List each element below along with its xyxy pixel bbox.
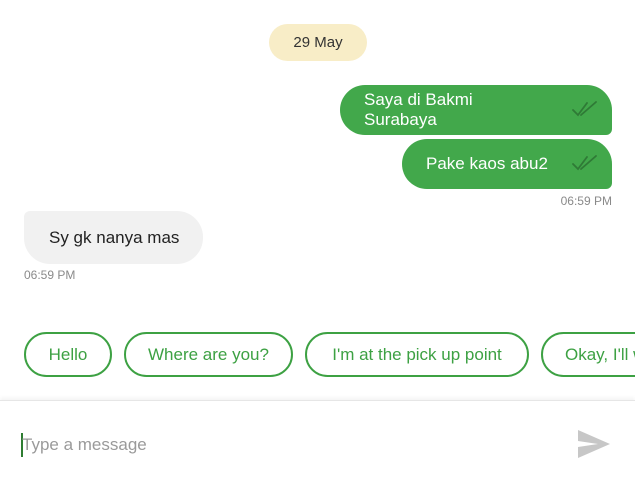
message-text: Sy gk nanya mas bbox=[49, 227, 180, 247]
quick-reply-chip[interactable]: Hello bbox=[24, 332, 112, 377]
chat-area: 29 May Saya di Bakmi Surabaya Pake kaos … bbox=[0, 0, 635, 400]
message-timestamp: 06:59 PM bbox=[24, 268, 76, 282]
outgoing-message[interactable]: Saya di Bakmi Surabaya bbox=[340, 85, 612, 135]
incoming-message[interactable]: Sy gk nanya mas bbox=[24, 211, 203, 264]
quick-reply-chip[interactable]: I'm at the pick up point bbox=[305, 332, 529, 377]
message-timestamp: 06:59 PM bbox=[560, 194, 612, 208]
double-check-icon bbox=[572, 101, 597, 117]
message-text: Pake kaos abu2 bbox=[426, 154, 548, 173]
message-text: Saya di Bakmi Surabaya bbox=[364, 90, 473, 129]
send-icon[interactable] bbox=[576, 428, 612, 460]
quick-reply-chip[interactable]: Where are you? bbox=[124, 332, 293, 377]
double-check-icon bbox=[572, 155, 597, 171]
quick-reply-chip[interactable]: Okay, I'll w bbox=[541, 332, 635, 377]
message-composer bbox=[0, 400, 635, 488]
message-input[interactable] bbox=[22, 429, 542, 461]
quick-reply-bar: Hello Where are you? I'm at the pick up … bbox=[0, 332, 635, 379]
outgoing-message[interactable]: Pake kaos abu2 bbox=[402, 139, 612, 189]
date-chip: 29 May bbox=[269, 24, 367, 61]
